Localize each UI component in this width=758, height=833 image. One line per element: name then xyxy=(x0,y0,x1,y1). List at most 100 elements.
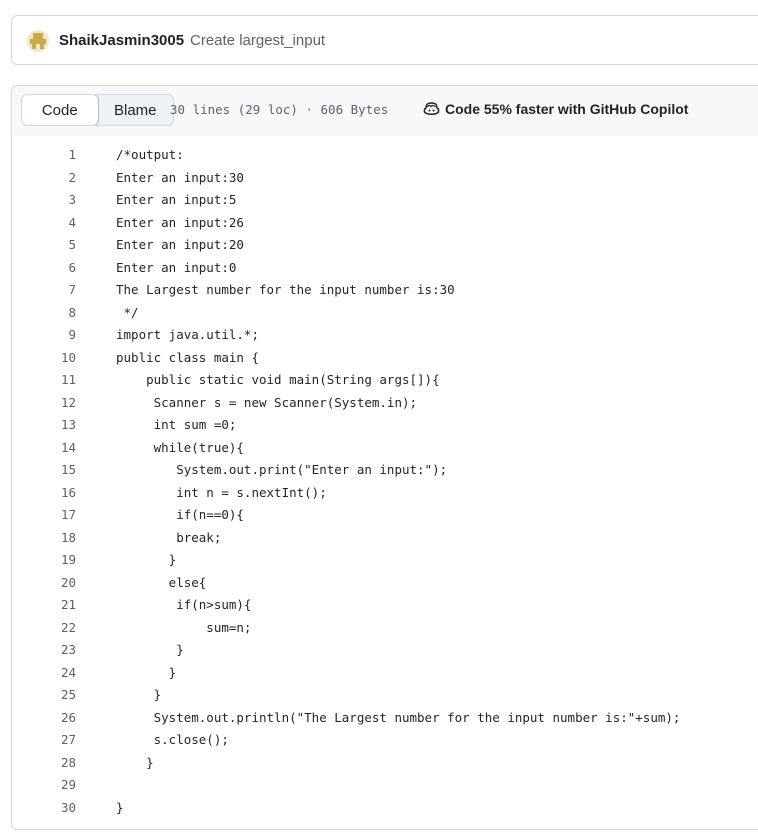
code-line: 12 Scanner s = new Scanner(System.in); xyxy=(12,392,758,414)
line-content: } xyxy=(116,664,177,680)
code-line: 6 Enter an input:0 xyxy=(12,257,758,279)
line-content: Enter an input:5 xyxy=(116,192,237,207)
line-content: Enter an input:20 xyxy=(116,237,244,252)
line-number[interactable]: 1 xyxy=(12,144,76,166)
code-line: 10 public class main { xyxy=(12,347,758,369)
line-content: System.out.println("The Largest number f… xyxy=(116,709,681,725)
line-number[interactable]: 17 xyxy=(12,504,76,526)
line-content: int sum =0; xyxy=(116,417,237,432)
line-number[interactable]: 15 xyxy=(12,459,76,481)
line-number[interactable]: 26 xyxy=(12,707,76,729)
line-content: else{ xyxy=(116,574,207,590)
code-line: 5 Enter an input:20 xyxy=(12,234,758,256)
code-line: 25 } xyxy=(12,684,758,706)
line-content: Enter an input:30 xyxy=(116,169,244,185)
code-line: 11 public static void main(String args[]… xyxy=(12,369,758,391)
code-line: 30} xyxy=(12,797,758,819)
line-number[interactable]: 3 xyxy=(12,189,76,211)
line-content: sum=n; xyxy=(116,619,252,635)
line-number[interactable]: 4 xyxy=(12,212,76,234)
line-content: System.out.print("Enter an input:"); xyxy=(116,462,448,477)
line-number[interactable]: 11 xyxy=(12,369,76,391)
code-line: 28 } xyxy=(12,752,758,774)
code-line: 29 xyxy=(12,774,758,796)
code-line: 16 int n = s.nextInt(); xyxy=(12,482,758,504)
copilot-promo-label: Code 55% faster with GitHub Copilot xyxy=(445,101,689,117)
line-number[interactable]: 27 xyxy=(12,729,76,751)
line-number[interactable]: 13 xyxy=(12,414,76,436)
line-content: s.close(); xyxy=(116,732,229,747)
line-number[interactable]: 12 xyxy=(12,392,76,414)
code-line: 15 System.out.print("Enter an input:"); xyxy=(12,459,758,481)
code-line: 18 break; xyxy=(12,527,758,549)
line-content: } xyxy=(116,642,184,657)
line-content: */ xyxy=(116,304,139,320)
line-number[interactable]: 2 xyxy=(12,167,76,189)
file-meta-info: 30 lines (29 loc) · 606 Bytes xyxy=(170,102,389,117)
code-line: 13 int sum =0; xyxy=(12,414,758,436)
line-content: if(n==0){ xyxy=(116,507,244,522)
line-number[interactable]: 30 xyxy=(12,797,76,819)
line-number[interactable]: 19 xyxy=(12,549,76,571)
line-content: } xyxy=(116,552,177,567)
line-number[interactable]: 6 xyxy=(12,257,76,279)
line-content: } xyxy=(116,799,124,815)
code-line: 24 } xyxy=(12,662,758,684)
line-number[interactable]: 7 xyxy=(12,279,76,301)
line-content: if(n>sum){ xyxy=(116,597,252,612)
line-number[interactable]: 14 xyxy=(12,437,76,459)
line-number[interactable]: 28 xyxy=(12,752,76,774)
line-content: Enter an input:0 xyxy=(116,259,237,275)
line-number[interactable]: 25 xyxy=(12,684,76,706)
code-line: 17 if(n==0){ xyxy=(12,504,758,526)
code-line: 2 Enter an input:30 xyxy=(12,167,758,189)
line-number[interactable]: 22 xyxy=(12,617,76,639)
copilot-promo-link[interactable]: Code 55% faster with GitHub Copilot xyxy=(423,101,688,117)
line-number[interactable]: 5 xyxy=(12,234,76,256)
code-line: 23 } xyxy=(12,639,758,661)
line-number[interactable]: 18 xyxy=(12,527,76,549)
line-content: public class main { xyxy=(116,349,259,365)
line-content: Scanner s = new Scanner(System.in); xyxy=(116,394,418,410)
line-content: /*output: xyxy=(116,147,184,162)
line-content: import java.util.*; xyxy=(116,327,259,342)
line-number[interactable]: 10 xyxy=(12,347,76,369)
line-number[interactable]: 9 xyxy=(12,324,76,346)
code-line: 19 } xyxy=(12,549,758,571)
code-line: 4 Enter an input:26 xyxy=(12,212,758,234)
code-line: 9 import java.util.*; xyxy=(12,324,758,346)
code-line: 26 System.out.println("The Largest numbe… xyxy=(12,707,758,729)
code-tab[interactable]: Code xyxy=(22,95,99,125)
line-content: int n = s.nextInt(); xyxy=(116,484,327,500)
view-toggle: Code Blame xyxy=(21,94,174,126)
line-content: } xyxy=(116,754,154,770)
copilot-icon xyxy=(423,102,440,115)
line-number[interactable]: 8 xyxy=(12,302,76,324)
line-number[interactable]: 21 xyxy=(12,594,76,616)
file-viewer: Code Blame 30 lines (29 loc) · 606 Bytes… xyxy=(11,85,758,830)
line-content: } xyxy=(116,687,162,702)
avatar[interactable] xyxy=(27,30,49,52)
code-line: 27 s.close(); xyxy=(12,729,758,751)
line-content: public static void main(String args[]){ xyxy=(116,372,440,387)
code-line: 7 The Largest number for the input number… xyxy=(12,279,758,301)
line-number[interactable]: 29 xyxy=(12,774,76,796)
commit-message-link[interactable]: Create largest_input xyxy=(190,32,325,49)
line-content: while(true){ xyxy=(116,439,244,455)
line-number[interactable]: 24 xyxy=(12,662,76,684)
line-number[interactable]: 20 xyxy=(12,572,76,594)
line-content: Enter an input:26 xyxy=(116,214,244,230)
code-line: 3 Enter an input:5 xyxy=(12,189,758,211)
blame-tab[interactable]: Blame xyxy=(98,95,174,125)
code-view: 1 /*output: 2 Enter an input:30 3 Enter an in… xyxy=(12,136,758,829)
code-line: 21 if(n>sum){ xyxy=(12,594,758,616)
code-line: 14 while(true){ xyxy=(12,437,758,459)
line-number[interactable]: 23 xyxy=(12,639,76,661)
code-line: 1 /*output: xyxy=(12,144,758,166)
line-number[interactable]: 16 xyxy=(12,482,76,504)
file-header: Code Blame 30 lines (29 loc) · 606 Bytes… xyxy=(12,86,758,137)
latest-commit-bar: ShaikJasmin3005 Create largest_input xyxy=(11,15,758,65)
code-line: 8 */ xyxy=(12,302,758,324)
commit-author-link[interactable]: ShaikJasmin3005 xyxy=(59,32,184,49)
code-line: 22 sum=n; xyxy=(12,617,758,639)
